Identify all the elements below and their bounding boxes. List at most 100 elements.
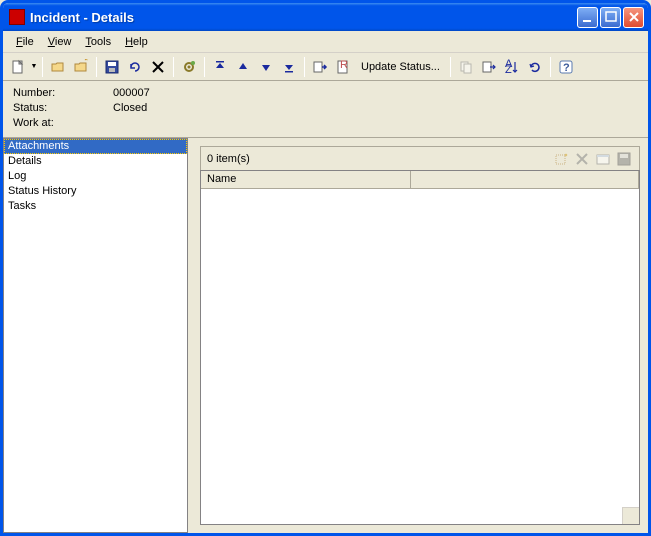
save-icon <box>104 59 120 75</box>
arrow-down-last-icon <box>281 59 297 75</box>
sidebar-item-status-history[interactable]: Status History <box>4 184 187 199</box>
update-status-button[interactable]: Update Status... <box>355 56 446 78</box>
item-count: 0 item(s) <box>207 153 549 165</box>
menu-file[interactable]: File <box>9 34 41 50</box>
delete-button[interactable] <box>147 56 169 78</box>
list-body[interactable] <box>201 189 639 524</box>
column-blank[interactable] <box>411 171 639 188</box>
sidebar-item-label: Details <box>8 155 42 167</box>
properties-button[interactable] <box>594 150 612 168</box>
close-icon <box>626 9 642 25</box>
undo-icon <box>127 59 143 75</box>
undo-button[interactable] <box>124 56 146 78</box>
save-button[interactable] <box>101 56 123 78</box>
first-button[interactable] <box>209 56 231 78</box>
svg-text:Z: Z <box>505 64 512 75</box>
remove-attachment-button[interactable] <box>573 150 591 168</box>
sidebar-item-log[interactable]: Log <box>4 169 187 184</box>
content-toolbar: 0 item(s) <box>200 146 640 170</box>
folder-open-icon <box>50 59 66 75</box>
add-attachment-button[interactable] <box>552 150 570 168</box>
refresh-doc-icon: R <box>335 59 351 75</box>
scrollbar-corner <box>622 507 639 524</box>
open-button[interactable] <box>47 56 69 78</box>
svg-text:R: R <box>340 59 348 71</box>
update-status-label: Update Status... <box>361 61 440 73</box>
column-name-label: Name <box>207 173 236 185</box>
svg-text:?: ? <box>563 62 570 74</box>
menu-help[interactable]: Help <box>118 34 155 50</box>
number-value: 000007 <box>113 86 150 101</box>
menu-view[interactable]: View <box>41 34 79 50</box>
sidebar-item-label: Status History <box>8 185 76 197</box>
separator <box>550 57 551 77</box>
sort-button[interactable]: AZ <box>501 56 523 78</box>
folder-star-icon: * <box>73 59 89 75</box>
properties-icon <box>595 151 611 167</box>
copy-button[interactable] <box>455 56 477 78</box>
delete-x-icon <box>574 151 590 167</box>
export-button[interactable] <box>478 56 500 78</box>
sidebar-item-label: Attachments <box>8 140 69 152</box>
window-title: Incident - Details <box>30 10 577 25</box>
separator <box>450 57 451 77</box>
new-document-icon <box>10 59 26 75</box>
last-button[interactable] <box>278 56 300 78</box>
next-button[interactable] <box>255 56 277 78</box>
toolbar: ▼ * R Update Status... AZ ? <box>3 53 648 81</box>
info-panel: Number: 000007 Status: Closed Work at: <box>3 81 648 138</box>
maximize-icon <box>603 9 619 25</box>
close-button[interactable] <box>623 7 644 28</box>
gear-icon <box>181 59 197 75</box>
copy-icon <box>458 59 474 75</box>
goto-icon <box>312 59 328 75</box>
separator <box>173 57 174 77</box>
refresh-icon <box>527 59 543 75</box>
sidebar-item-label: Tasks <box>8 200 36 212</box>
new-dropdown[interactable]: ▼ <box>30 63 38 70</box>
delete-icon <box>150 59 166 75</box>
export-icon <box>481 59 497 75</box>
sidebar[interactable]: Attachments Details Log Status History T… <box>3 138 188 533</box>
help-icon: ? <box>558 59 574 75</box>
window-frame: Incident - Details File View Tools Help … <box>0 0 651 536</box>
maximize-button[interactable] <box>600 7 621 28</box>
column-name[interactable]: Name <box>201 171 411 188</box>
refresh-button[interactable] <box>524 56 546 78</box>
new-sparkle-icon <box>553 151 569 167</box>
separator <box>96 57 97 77</box>
svg-text:*: * <box>84 59 89 67</box>
sidebar-item-details[interactable]: Details <box>4 154 187 169</box>
arrow-down-icon <box>258 59 274 75</box>
titlebar[interactable]: Incident - Details <box>3 3 648 31</box>
sidebar-item-attachments[interactable]: Attachments <box>4 139 187 154</box>
minimize-icon <box>580 9 596 25</box>
sidebar-item-label: Log <box>8 170 26 182</box>
sort-icon: AZ <box>504 59 520 75</box>
arrow-up-icon <box>235 59 251 75</box>
new-button[interactable] <box>7 56 29 78</box>
number-label: Number: <box>13 86 113 101</box>
minimize-button[interactable] <box>577 7 598 28</box>
status-label: Status: <box>13 101 113 116</box>
open-star-button[interactable]: * <box>70 56 92 78</box>
separator <box>304 57 305 77</box>
help-button[interactable]: ? <box>555 56 577 78</box>
separator <box>204 57 205 77</box>
arrow-up-first-icon <box>212 59 228 75</box>
list-header: Name <box>201 171 639 189</box>
menubar: File View Tools Help <box>3 31 648 53</box>
workat-label: Work at: <box>13 116 113 131</box>
save-disk-icon <box>616 151 632 167</box>
attachments-list[interactable]: Name <box>200 170 640 525</box>
goto-button[interactable] <box>309 56 331 78</box>
prev-button[interactable] <box>232 56 254 78</box>
main-area: Attachments Details Log Status History T… <box>3 138 648 533</box>
sidebar-item-tasks[interactable]: Tasks <box>4 199 187 214</box>
menu-tools[interactable]: Tools <box>78 34 118 50</box>
save-attachment-button[interactable] <box>615 150 633 168</box>
gear-button[interactable] <box>178 56 200 78</box>
content-panel: 0 item(s) Name <box>188 138 648 533</box>
app-icon <box>9 9 25 25</box>
refresh-doc-button[interactable]: R <box>332 56 354 78</box>
